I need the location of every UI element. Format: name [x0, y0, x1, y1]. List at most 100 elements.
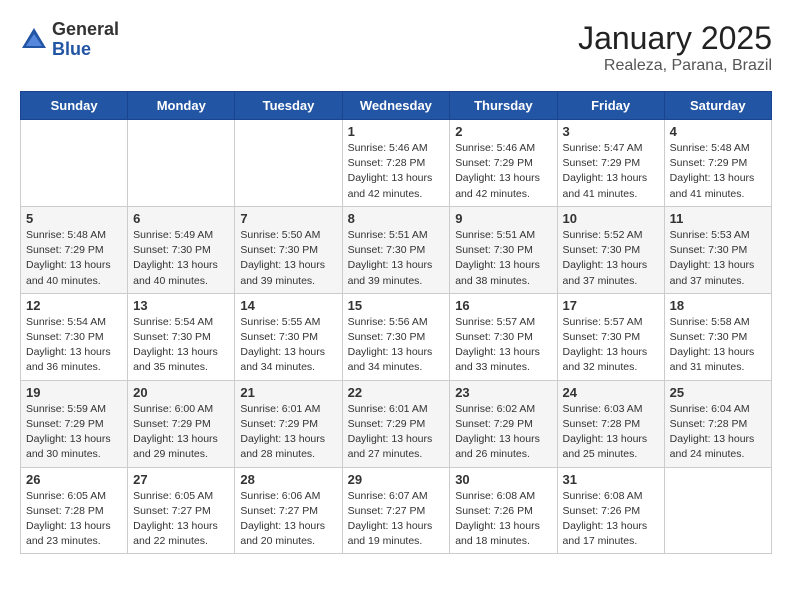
- day-number: 8: [348, 211, 445, 226]
- day-info: Sunrise: 5:50 AM Sunset: 7:30 PM Dayligh…: [240, 228, 336, 289]
- week-row-2: 5 Sunrise: 5:48 AM Sunset: 7:29 PM Daylig…: [21, 206, 772, 293]
- day-info: Sunrise: 5:54 AM Sunset: 7:30 PM Dayligh…: [26, 315, 122, 376]
- calendar-cell: 23Sunrise: 6:02 AM Sunset: 7:29 PM Dayli…: [450, 380, 557, 467]
- calendar-cell: 14 Sunrise: 5:55 AM Sunset: 7:30 PM Dayli…: [235, 293, 342, 380]
- day-info: Sunrise: 6:04 AM Sunset: 7:28 PM Dayligh…: [670, 402, 766, 463]
- day-info: Sunrise: 5:51 AM Sunset: 7:30 PM Dayligh…: [348, 228, 445, 289]
- header: General Blue January 2025 Realeza, Paran…: [20, 20, 772, 75]
- day-info: Sunrise: 6:05 AM Sunset: 7:27 PM Dayligh…: [133, 489, 229, 550]
- day-number: 2: [455, 124, 551, 139]
- day-number: 6: [133, 211, 229, 226]
- day-info: Sunrise: 6:01 AM Sunset: 7:29 PM Dayligh…: [348, 402, 445, 463]
- day-number: 11: [670, 211, 766, 226]
- page: General Blue January 2025 Realeza, Paran…: [0, 0, 792, 574]
- calendar-cell: 15Sunrise: 5:56 AM Sunset: 7:30 PM Dayli…: [342, 293, 450, 380]
- day-info: Sunrise: 6:03 AM Sunset: 7:28 PM Dayligh…: [563, 402, 659, 463]
- logo-icon: [20, 26, 48, 54]
- calendar-cell: 9 Sunrise: 5:51 AM Sunset: 7:30 PM Daylig…: [450, 206, 557, 293]
- day-info: Sunrise: 5:47 AM Sunset: 7:29 PM Dayligh…: [563, 141, 659, 202]
- day-number: 10: [563, 211, 659, 226]
- logo-general: General: [52, 19, 119, 39]
- title-block: January 2025 Realeza, Parana, Brazil: [578, 20, 772, 75]
- day-number: 19: [26, 385, 122, 400]
- calendar-cell: 28Sunrise: 6:06 AM Sunset: 7:27 PM Dayli…: [235, 467, 342, 554]
- day-number: 31: [563, 472, 659, 487]
- calendar-cell: 26 Sunrise: 6:05 AM Sunset: 7:28 PM Dayli…: [21, 467, 128, 554]
- day-info: Sunrise: 5:51 AM Sunset: 7:30 PM Dayligh…: [455, 228, 551, 289]
- day-header-wednesday: Wednesday: [342, 92, 450, 120]
- day-info: Sunrise: 5:49 AM Sunset: 7:30 PM Dayligh…: [133, 228, 229, 289]
- calendar-cell: 7 Sunrise: 5:50 AM Sunset: 7:30 PM Daylig…: [235, 206, 342, 293]
- calendar-cell: 30 Sunrise: 6:08 AM Sunset: 7:26 PM Dayli…: [450, 467, 557, 554]
- day-number: 30: [455, 472, 551, 487]
- day-number: 25: [670, 385, 766, 400]
- day-number: 12: [26, 298, 122, 313]
- day-number: 7: [240, 211, 336, 226]
- calendar-cell: 21 Sunrise: 6:01 AM Sunset: 7:29 PM Dayli…: [235, 380, 342, 467]
- logo-text: General Blue: [52, 20, 119, 60]
- day-info: Sunrise: 6:08 AM Sunset: 7:26 PM Dayligh…: [563, 489, 659, 550]
- day-number: 14: [240, 298, 336, 313]
- day-info: Sunrise: 6:05 AM Sunset: 7:28 PM Dayligh…: [26, 489, 122, 550]
- calendar-cell: 19 Sunrise: 5:59 AM Sunset: 7:29 PM Dayli…: [21, 380, 128, 467]
- day-number: 4: [670, 124, 766, 139]
- calendar-cell: 18 Sunrise: 5:58 AM Sunset: 7:30 PM Dayli…: [664, 293, 771, 380]
- day-info: Sunrise: 5:55 AM Sunset: 7:30 PM Dayligh…: [240, 315, 336, 376]
- day-info: Sunrise: 5:57 AM Sunset: 7:30 PM Dayligh…: [563, 315, 659, 376]
- day-number: 17: [563, 298, 659, 313]
- calendar-cell: 12 Sunrise: 5:54 AM Sunset: 7:30 PM Dayli…: [21, 293, 128, 380]
- day-info: Sunrise: 6:00 AM Sunset: 7:29 PM Dayligh…: [133, 402, 229, 463]
- day-number: 21: [240, 385, 336, 400]
- day-info: Sunrise: 5:57 AM Sunset: 7:30 PM Dayligh…: [455, 315, 551, 376]
- logo: General Blue: [20, 20, 119, 60]
- calendar-cell: 1Sunrise: 5:46 AM Sunset: 7:28 PM Daylig…: [342, 120, 450, 207]
- day-number: 23: [455, 385, 551, 400]
- day-info: Sunrise: 5:56 AM Sunset: 7:30 PM Dayligh…: [348, 315, 445, 376]
- calendar-table: SundayMondayTuesdayWednesdayThursdayFrid…: [20, 91, 772, 554]
- day-info: Sunrise: 5:48 AM Sunset: 7:29 PM Dayligh…: [26, 228, 122, 289]
- calendar-cell: 27Sunrise: 6:05 AM Sunset: 7:27 PM Dayli…: [128, 467, 235, 554]
- day-header-tuesday: Tuesday: [235, 92, 342, 120]
- day-number: 24: [563, 385, 659, 400]
- day-header-monday: Monday: [128, 92, 235, 120]
- calendar-cell: 25 Sunrise: 6:04 AM Sunset: 7:28 PM Dayli…: [664, 380, 771, 467]
- location: Realeza, Parana, Brazil: [578, 57, 772, 75]
- day-header-friday: Friday: [557, 92, 664, 120]
- week-row-5: 26 Sunrise: 6:05 AM Sunset: 7:28 PM Dayli…: [21, 467, 772, 554]
- calendar-cell: 10 Sunrise: 5:52 AM Sunset: 7:30 PM Dayli…: [557, 206, 664, 293]
- calendar-cell: [128, 120, 235, 207]
- calendar-cell: [21, 120, 128, 207]
- day-number: 5: [26, 211, 122, 226]
- calendar-cell: 5 Sunrise: 5:48 AM Sunset: 7:29 PM Daylig…: [21, 206, 128, 293]
- days-header-row: SundayMondayTuesdayWednesdayThursdayFrid…: [21, 92, 772, 120]
- day-number: 28: [240, 472, 336, 487]
- day-info: Sunrise: 6:08 AM Sunset: 7:26 PM Dayligh…: [455, 489, 551, 550]
- week-row-3: 12 Sunrise: 5:54 AM Sunset: 7:30 PM Dayli…: [21, 293, 772, 380]
- calendar-cell: 20 Sunrise: 6:00 AM Sunset: 7:29 PM Dayli…: [128, 380, 235, 467]
- day-number: 16: [455, 298, 551, 313]
- calendar-cell: 31 Sunrise: 6:08 AM Sunset: 7:26 PM Dayli…: [557, 467, 664, 554]
- day-info: Sunrise: 5:59 AM Sunset: 7:29 PM Dayligh…: [26, 402, 122, 463]
- day-info: Sunrise: 5:52 AM Sunset: 7:30 PM Dayligh…: [563, 228, 659, 289]
- week-row-4: 19 Sunrise: 5:59 AM Sunset: 7:29 PM Dayli…: [21, 380, 772, 467]
- day-header-sunday: Sunday: [21, 92, 128, 120]
- day-info: Sunrise: 5:58 AM Sunset: 7:30 PM Dayligh…: [670, 315, 766, 376]
- calendar-cell: 8 Sunrise: 5:51 AM Sunset: 7:30 PM Daylig…: [342, 206, 450, 293]
- day-info: Sunrise: 5:46 AM Sunset: 7:29 PM Dayligh…: [455, 141, 551, 202]
- calendar-cell: [664, 467, 771, 554]
- day-info: Sunrise: 6:07 AM Sunset: 7:27 PM Dayligh…: [348, 489, 445, 550]
- calendar-cell: 29Sunrise: 6:07 AM Sunset: 7:27 PM Dayli…: [342, 467, 450, 554]
- day-number: 13: [133, 298, 229, 313]
- calendar-cell: 4 Sunrise: 5:48 AM Sunset: 7:29 PM Daylig…: [664, 120, 771, 207]
- day-number: 26: [26, 472, 122, 487]
- day-number: 20: [133, 385, 229, 400]
- day-info: Sunrise: 6:01 AM Sunset: 7:29 PM Dayligh…: [240, 402, 336, 463]
- logo-blue: Blue: [52, 39, 91, 59]
- week-row-1: 1Sunrise: 5:46 AM Sunset: 7:28 PM Daylig…: [21, 120, 772, 207]
- month-title: January 2025: [578, 20, 772, 57]
- day-info: Sunrise: 5:48 AM Sunset: 7:29 PM Dayligh…: [670, 141, 766, 202]
- day-number: 9: [455, 211, 551, 226]
- calendar-cell: 22 Sunrise: 6:01 AM Sunset: 7:29 PM Dayli…: [342, 380, 450, 467]
- day-number: 18: [670, 298, 766, 313]
- day-number: 22: [348, 385, 445, 400]
